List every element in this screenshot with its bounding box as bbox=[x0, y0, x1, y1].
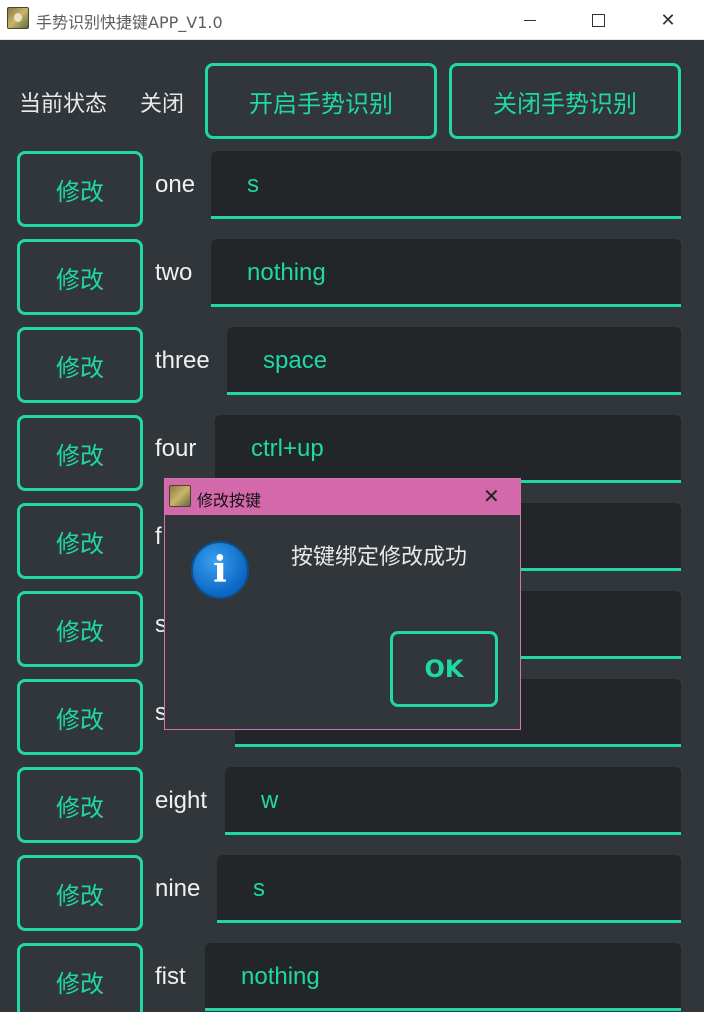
gesture-name: fist bbox=[155, 963, 186, 990]
status-label: 当前状态 bbox=[19, 92, 108, 117]
shortcut-value: nothing bbox=[247, 259, 326, 286]
minimize-button[interactable] bbox=[500, 0, 560, 40]
window-titlebar: 手势识别快捷键APP_V1.0 ✕ bbox=[0, 0, 704, 40]
edit-button[interactable]: 修改 bbox=[17, 679, 143, 755]
gesture-name: eight bbox=[155, 787, 208, 814]
shortcut-value: w bbox=[261, 787, 279, 814]
edit-button[interactable]: 修改 bbox=[17, 943, 143, 1012]
maximize-button[interactable] bbox=[568, 0, 628, 40]
success-dialog: 修改按键 ✕ i 按键绑定修改成功 OK bbox=[164, 478, 521, 730]
dialog-close-icon[interactable]: ✕ bbox=[483, 484, 500, 508]
dialog-titlebar: 修改按键 ✕ bbox=[165, 479, 520, 515]
shortcut-field[interactable]: nothing bbox=[205, 943, 681, 1011]
edit-button[interactable]: 修改 bbox=[17, 767, 143, 843]
edit-button[interactable]: 修改 bbox=[17, 855, 143, 931]
minimize-icon bbox=[524, 19, 536, 21]
shortcut-value: nothing bbox=[241, 963, 320, 990]
status-value: 关闭 bbox=[140, 92, 185, 117]
app-icon bbox=[7, 7, 29, 29]
disable-gesture-button[interactable]: 关闭手势识别 bbox=[449, 63, 681, 139]
close-button[interactable]: ✕ bbox=[638, 0, 698, 40]
edit-button[interactable]: 修改 bbox=[17, 327, 143, 403]
edit-button[interactable]: 修改 bbox=[17, 415, 143, 491]
gesture-name: four bbox=[155, 435, 197, 462]
edit-button[interactable]: 修改 bbox=[17, 503, 143, 579]
enable-gesture-button[interactable]: 开启手势识别 bbox=[205, 63, 437, 139]
info-icon: i bbox=[191, 541, 249, 599]
ok-button[interactable]: OK bbox=[390, 631, 498, 707]
gesture-row: 修改 nine s bbox=[0, 855, 704, 931]
edit-button[interactable]: 修改 bbox=[17, 239, 143, 315]
close-icon: ✕ bbox=[660, 9, 676, 31]
shortcut-field[interactable]: w bbox=[225, 767, 681, 835]
shortcut-field[interactable]: ctrl+up bbox=[215, 415, 681, 483]
shortcut-field[interactable]: s bbox=[217, 855, 681, 923]
gesture-name: two bbox=[155, 259, 193, 286]
dialog-message: 按键绑定修改成功 bbox=[291, 545, 468, 570]
maximize-icon bbox=[591, 13, 605, 27]
edit-button[interactable]: 修改 bbox=[17, 591, 143, 667]
gesture-name: nine bbox=[155, 875, 201, 902]
shortcut-value: ctrl+up bbox=[251, 435, 324, 462]
gesture-row: 修改 eight w bbox=[0, 767, 704, 843]
shortcut-value: s bbox=[247, 171, 259, 198]
gesture-name: three bbox=[155, 347, 210, 374]
gesture-row: 修改 one s bbox=[0, 151, 704, 227]
gesture-row: 修改 two nothing bbox=[0, 239, 704, 315]
gesture-row: 修改 three space bbox=[0, 327, 704, 403]
window-title: 手势识别快捷键APP_V1.0 bbox=[36, 13, 223, 32]
gesture-row: 修改 fist nothing bbox=[0, 943, 704, 1012]
shortcut-value: space bbox=[263, 347, 328, 374]
shortcut-value: s bbox=[253, 875, 265, 902]
dialog-title: 修改按键 bbox=[197, 491, 262, 510]
gesture-name: one bbox=[155, 171, 196, 198]
shortcut-field[interactable]: s bbox=[211, 151, 681, 219]
dialog-app-icon bbox=[169, 485, 191, 507]
shortcut-field[interactable]: space bbox=[227, 327, 681, 395]
gesture-name: f bbox=[155, 523, 162, 550]
shortcut-field[interactable]: nothing bbox=[211, 239, 681, 307]
edit-button[interactable]: 修改 bbox=[17, 151, 143, 227]
